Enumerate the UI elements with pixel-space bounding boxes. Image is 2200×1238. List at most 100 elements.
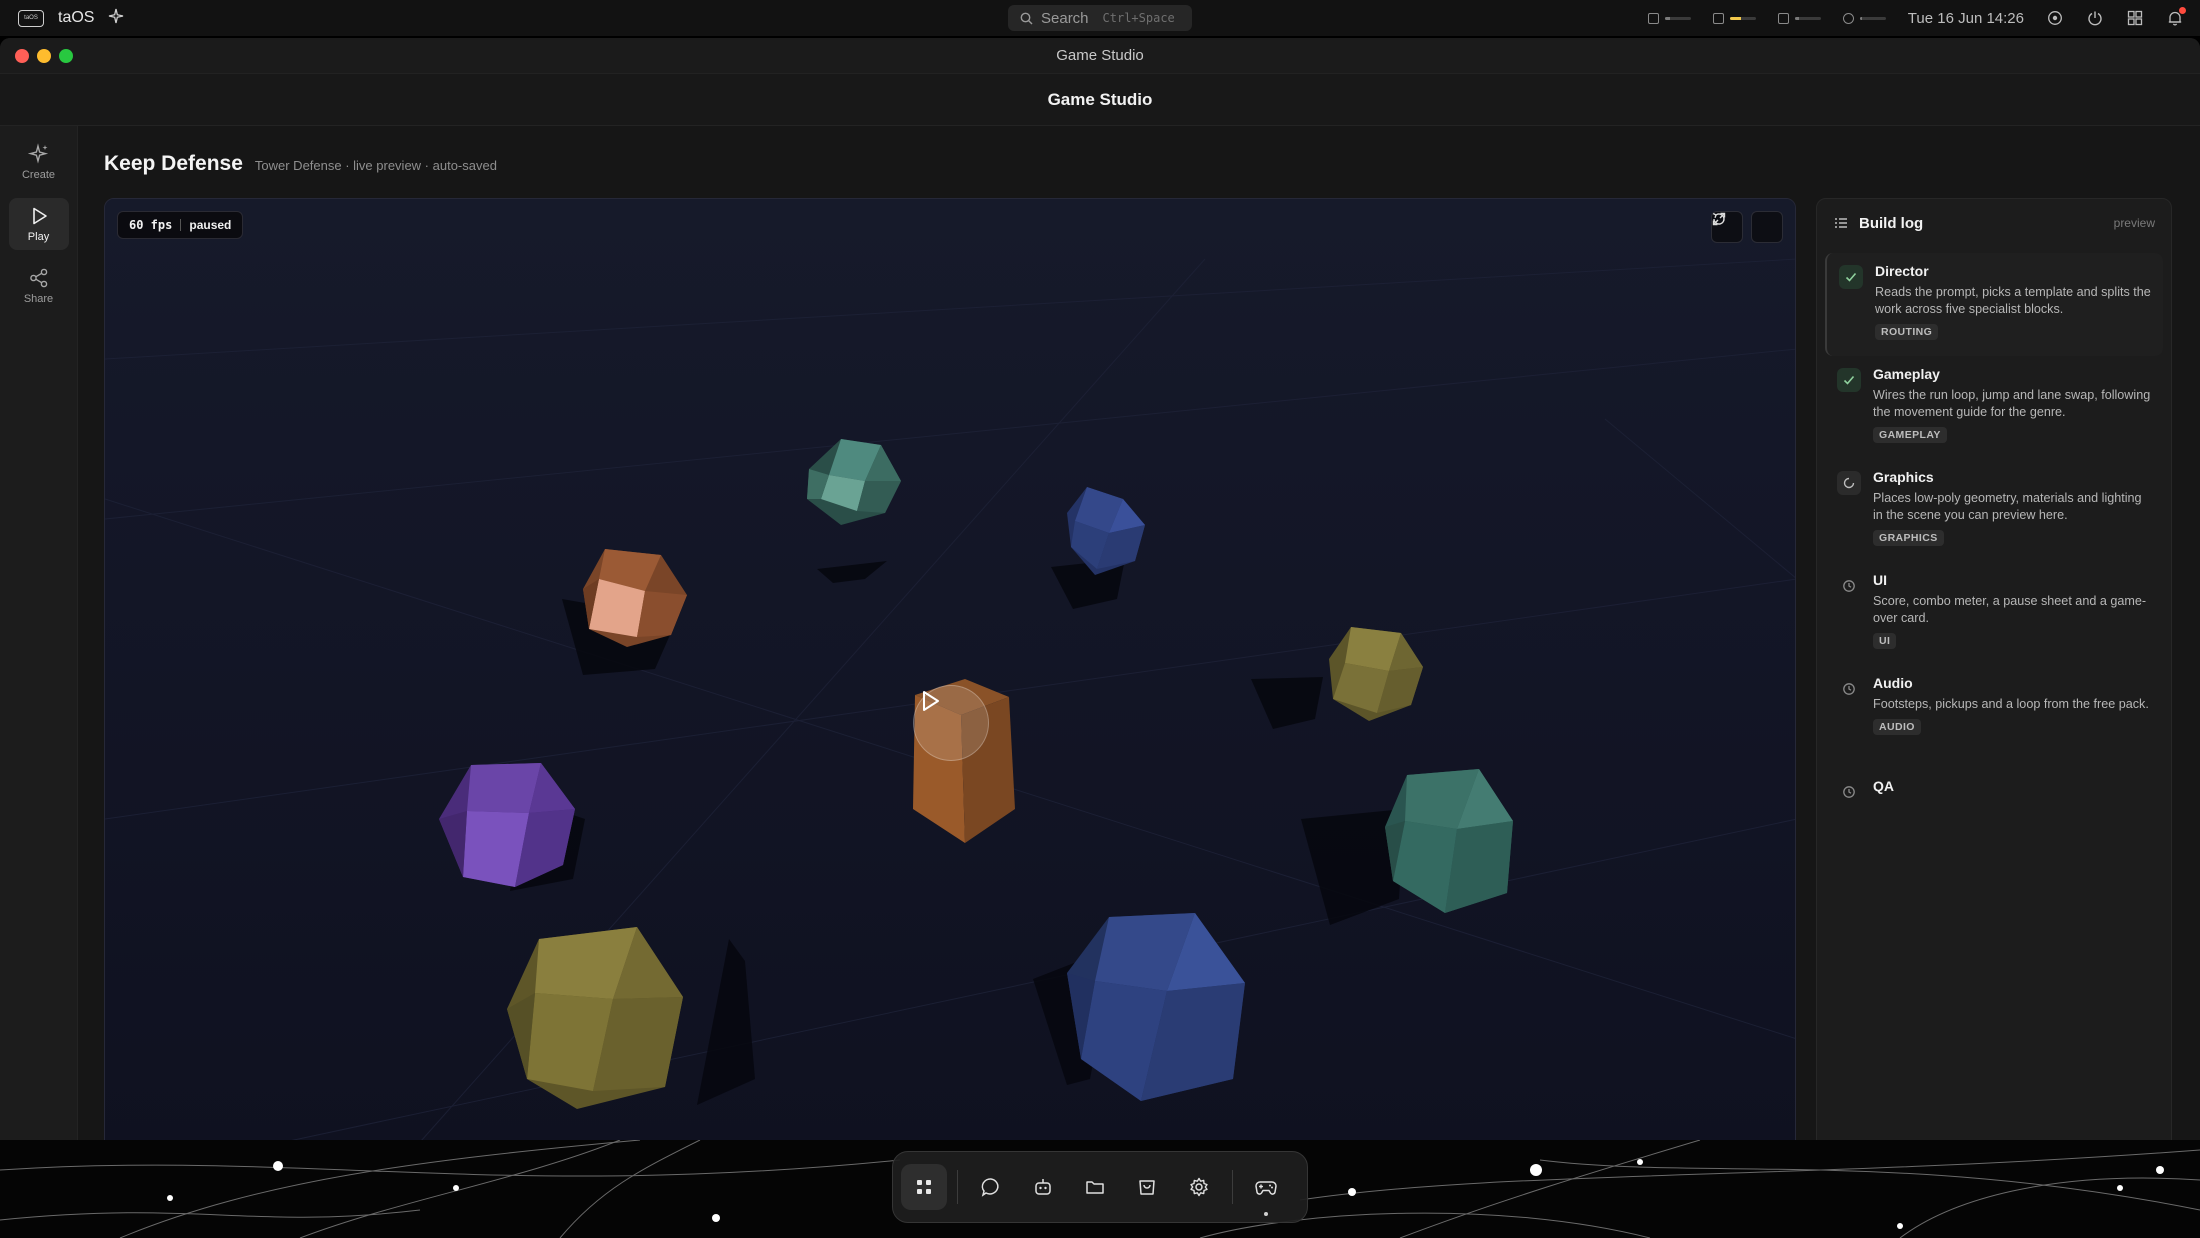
store-bag-icon — [1139, 1180, 1155, 1195]
step-description: Wires the run loop, jump and lane swap, … — [1873, 388, 2151, 419]
dock — [892, 1151, 1308, 1223]
step-description: Reads the prompt, picks a template and s… — [1875, 285, 2151, 316]
running-indicator — [1264, 1212, 1268, 1216]
gpu-meter[interactable] — [1712, 12, 1756, 24]
build-step-gameplay[interactable]: Gameplay Wires the run loop, jump and la… — [1825, 356, 2163, 459]
project-subtitle: Tower Defense · live preview · auto-save… — [254, 158, 497, 173]
gear-icon — [1190, 1177, 1208, 1197]
search-icon — [1020, 12, 1033, 24]
fullscreen-button[interactable] — [1712, 211, 1783, 243]
step-name: Director — [1875, 263, 1929, 279]
build-step-director[interactable]: Director Reads the prompt, picks a templ… — [1825, 253, 2163, 356]
app-header: Game Studio — [0, 74, 2200, 126]
window-maximize-button[interactable] — [59, 49, 73, 63]
apps-grid-icon — [917, 1180, 931, 1194]
side-rail: Create Play Share — [0, 126, 78, 1140]
build-log-hint: preview — [2113, 216, 2155, 230]
step-description: Places low-poly geometry, materials and … — [1873, 491, 2142, 522]
dock-files-button[interactable] — [1072, 1164, 1118, 1210]
chat-icon — [981, 1178, 999, 1197]
dock-game-studio-button[interactable] — [1243, 1164, 1289, 1216]
rail-item-share[interactable]: Share — [9, 260, 69, 312]
step-tag: UI — [1873, 633, 1897, 649]
spinner-icon — [1837, 471, 1861, 495]
step-name: Graphics — [1873, 469, 1934, 485]
build-step-graphics[interactable]: Graphics Places low-poly geometry, mater… — [1825, 459, 2163, 562]
step-tag: GAMEPLAY — [1873, 427, 1947, 443]
check-icon — [1837, 368, 1861, 392]
window-close-button[interactable] — [15, 49, 29, 63]
share-icon — [29, 268, 47, 288]
cpu-meter[interactable] — [1647, 12, 1691, 24]
power-meter[interactable] — [1842, 12, 1886, 24]
expand-icon — [1712, 212, 1726, 226]
clock-icon — [1837, 780, 1861, 801]
notifications-bell-icon[interactable] — [2166, 7, 2186, 27]
dock-settings-button[interactable] — [1176, 1164, 1222, 1210]
notification-badge — [2179, 7, 2186, 14]
app-title: Game Studio — [1047, 89, 1153, 109]
power-button-icon[interactable] — [2086, 9, 2104, 27]
clock-icon — [1837, 677, 1861, 701]
game-preview-viewport[interactable]: 60 fps paused — [104, 198, 1796, 1140]
hud-divider — [180, 219, 182, 231]
dock-chat-button[interactable] — [968, 1164, 1014, 1210]
list-icon — [1835, 218, 1847, 228]
main-content: Keep Defense Tower Defense · live previe… — [78, 126, 2200, 1140]
memory-icon — [1777, 12, 1789, 24]
step-tag: AUDIO — [1873, 719, 1921, 735]
search-shortcut: Ctrl+Space — [1102, 11, 1175, 25]
play-button[interactable] — [913, 685, 989, 761]
step-name: UI — [1873, 572, 1887, 588]
build-step-list: Director Reads the prompt, picks a templ… — [1825, 253, 2163, 801]
clock[interactable]: Tue 16 Jun 14:26 — [1908, 10, 2024, 27]
dock-apps-button[interactable] — [901, 1164, 947, 1210]
fps-counter: 60 fps — [129, 218, 173, 232]
dock-separator — [957, 1170, 958, 1204]
window-titlebar[interactable]: Game Studio — [0, 38, 2200, 74]
build-step-ui[interactable]: UI Score, combo meter, a pause sheet and… — [1825, 562, 2163, 665]
os-name[interactable]: taOS — [58, 9, 94, 27]
project-title: Keep Defense — [104, 152, 243, 175]
play-state: paused — [189, 218, 232, 232]
window-minimize-button[interactable] — [37, 49, 51, 63]
gamepad-icon — [1255, 1181, 1277, 1195]
sparkle-icon[interactable] — [108, 8, 124, 29]
folder-icon — [1086, 1181, 1104, 1194]
rail-item-play[interactable]: Play — [8, 198, 69, 250]
os-logo-icon[interactable]: taOS — [18, 9, 44, 27]
step-description: Score, combo meter, a pause sheet and a … — [1873, 594, 2147, 625]
rail-item-create[interactable]: Create — [9, 136, 69, 188]
step-tag: ROUTING — [1875, 324, 1939, 340]
rail-item-label: Create — [21, 169, 56, 181]
memory-meter[interactable] — [1777, 12, 1821, 24]
build-step-audio[interactable]: Audio Footsteps, pickups and a loop from… — [1825, 665, 2163, 768]
system-menubar: taOS taOS Search Ctrl+Space Tue 16 Jun 1… — [0, 0, 2200, 36]
rail-item-label: Play — [27, 231, 50, 243]
gpu-icon — [1712, 12, 1724, 24]
step-tag: GRAPHICS — [1873, 530, 1944, 546]
global-search[interactable]: Search Ctrl+Space — [1008, 5, 1192, 31]
power-icon — [1842, 12, 1854, 24]
widgets-icon[interactable] — [2126, 9, 2144, 27]
play-icon — [32, 207, 47, 225]
build-step-qa[interactable]: QA — [1825, 768, 2163, 801]
robot-icon — [1035, 1179, 1051, 1195]
scene-canvas[interactable] — [105, 199, 1796, 1140]
check-icon — [1839, 265, 1863, 289]
dock-agents-button[interactable] — [1020, 1164, 1066, 1210]
dock-store-button[interactable] — [1124, 1164, 1170, 1210]
game-studio-window: Game Studio Game Studio Create Play Shar… — [0, 38, 2200, 1140]
dock-separator — [1232, 1170, 1233, 1204]
rail-item-label: Share — [23, 293, 54, 305]
window-title: Game Studio — [1056, 47, 1144, 64]
cpu-icon — [1647, 12, 1659, 24]
clock-icon — [1837, 574, 1861, 598]
sparkle-icon — [27, 143, 48, 164]
play-icon — [923, 691, 939, 711]
focus-icon[interactable] — [2046, 9, 2064, 27]
step-name: Gameplay — [1873, 366, 1940, 382]
search-label: Search — [1041, 9, 1089, 27]
build-log-panel: Build log preview Director Reads the pro… — [1816, 198, 2172, 1140]
build-log-title: Build log — [1859, 214, 1924, 232]
